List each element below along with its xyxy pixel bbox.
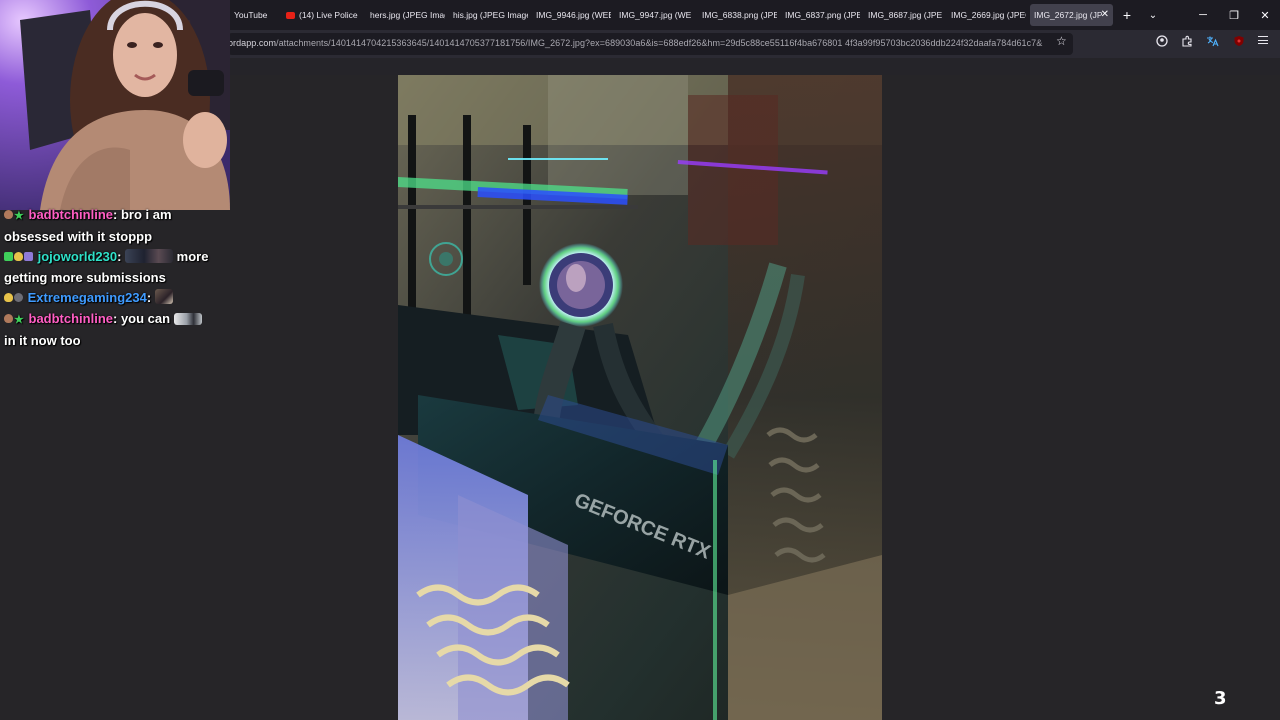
tab-title: IMG_2669.jpg (JPEG (951, 10, 1026, 20)
chat-emote (125, 249, 174, 264)
chat-message: ★ badbtchinline: you can in it now too (4, 309, 216, 351)
star-badge-icon: ★ (14, 313, 24, 326)
tab-img-9946[interactable]: IMG_9946.jpg (WEB (532, 4, 615, 26)
restore-icon[interactable]: ❐ (1219, 0, 1249, 30)
minimize-icon[interactable]: ─ (1188, 0, 1218, 30)
tab-hers-jpg[interactable]: hers.jpg (JPEG Imag (366, 4, 449, 26)
tab-strip: YouTube (14) Live Police hers.jpg (JPEG … (230, 4, 1163, 26)
star-badge-icon: ★ (14, 210, 24, 222)
streamer-webcam (0, 0, 230, 210)
tab-title: his.jpg (JPEG Image (453, 10, 528, 20)
chat-text-part: in it now too (4, 332, 81, 348)
chat-message: jojoworld230: more getting more submissi… (4, 249, 209, 285)
gifter-badge-icon (14, 293, 23, 303)
url-host: ordapp.com (228, 38, 277, 48)
tab-his-jpg[interactable]: his.jpg (JPEG Image (449, 4, 532, 26)
youtube-icon (286, 11, 295, 19)
subscriber-badge-icon (4, 293, 13, 303)
tab-title: IMG_8687.jpg (JPE (868, 10, 943, 20)
close-tab-icon[interactable]: ✕ (1101, 9, 1109, 20)
chat-message: Extremegaming234: (4, 288, 216, 309)
chat-username: badbtchinline (28, 310, 114, 326)
tab-img-9947[interactable]: IMG_9947.jpg (WE (615, 4, 698, 26)
chat-emote (173, 312, 202, 325)
overlay-counter: 3 (1214, 688, 1227, 709)
tab-img-6838[interactable]: IMG_6838.png (JPE (698, 4, 781, 26)
tab-img-8687[interactable]: IMG_8687.jpg (JPE (864, 4, 947, 26)
tab-youtube[interactable]: YouTube (230, 4, 282, 26)
prime-badge-icon (24, 252, 33, 262)
url-path: /attachments/1401414704215363645/1401414… (276, 38, 1043, 48)
subscriber-badge-icon (14, 252, 23, 262)
tab-title: YouTube (234, 10, 268, 20)
pc-build-photo[interactable]: GEFORCE RTX (398, 75, 882, 720)
stream-chat-overlay: ★ badbtchinline: bro i am obsessed with … (4, 205, 216, 351)
chevron-down-icon[interactable]: ⌄ (1143, 4, 1163, 26)
tab-img-2672-active[interactable]: IMG_2672.jpg (JP ✕ (1030, 4, 1113, 26)
tab-title: IMG_9947.jpg (WE (619, 10, 692, 20)
translate-extension-icon[interactable] (1205, 34, 1219, 48)
tab-live-police[interactable]: (14) Live Police (282, 4, 366, 26)
tab-img-2669[interactable]: IMG_2669.jpg (JPEG (947, 4, 1030, 26)
tab-title: IMG_9946.jpg (WEB (536, 10, 611, 20)
tab-title: (14) Live Police (299, 10, 358, 20)
tab-title: IMG_2672.jpg (JP (1034, 10, 1103, 20)
bookmark-star-icon[interactable]: ☆ (1056, 34, 1067, 48)
new-tab-icon[interactable]: + (1117, 4, 1137, 26)
account-icon[interactable] (1155, 34, 1169, 48)
chat-message: ★ badbtchinline: bro i am obsessed with … (4, 207, 172, 244)
tab-title: IMG_6838.png (JPE (702, 10, 777, 20)
url-text: ordapp.com/attachments/14014147042153636… (228, 38, 1042, 48)
ublock-shield-icon[interactable] (1232, 34, 1246, 48)
extensions-icon[interactable] (1180, 34, 1194, 48)
screen: YouTube (14) Live Police hers.jpg (JPEG … (0, 0, 1280, 720)
subscriber-badge-icon (4, 313, 13, 323)
chat-username: jojoworld230 (37, 249, 118, 265)
chat-text-part: you can (120, 310, 174, 326)
subscriber-badge-icon (4, 210, 13, 219)
tab-title: hers.jpg (JPEG Imag (370, 10, 445, 20)
verified-badge-icon (4, 252, 13, 262)
hamburger-menu-icon[interactable] (1258, 36, 1268, 44)
url-bar[interactable]: ordapp.com/attachments/14014147042153636… (228, 33, 1073, 55)
tab-title: IMG_6837.png (JPE (785, 10, 860, 20)
tab-img-6837[interactable]: IMG_6837.png (JPE (781, 4, 864, 26)
chat-emote (154, 289, 173, 305)
close-window-icon[interactable]: ✕ (1250, 0, 1280, 30)
chat-username: badbtchinline (28, 207, 114, 222)
chat-username: Extremegaming234 (27, 290, 147, 306)
